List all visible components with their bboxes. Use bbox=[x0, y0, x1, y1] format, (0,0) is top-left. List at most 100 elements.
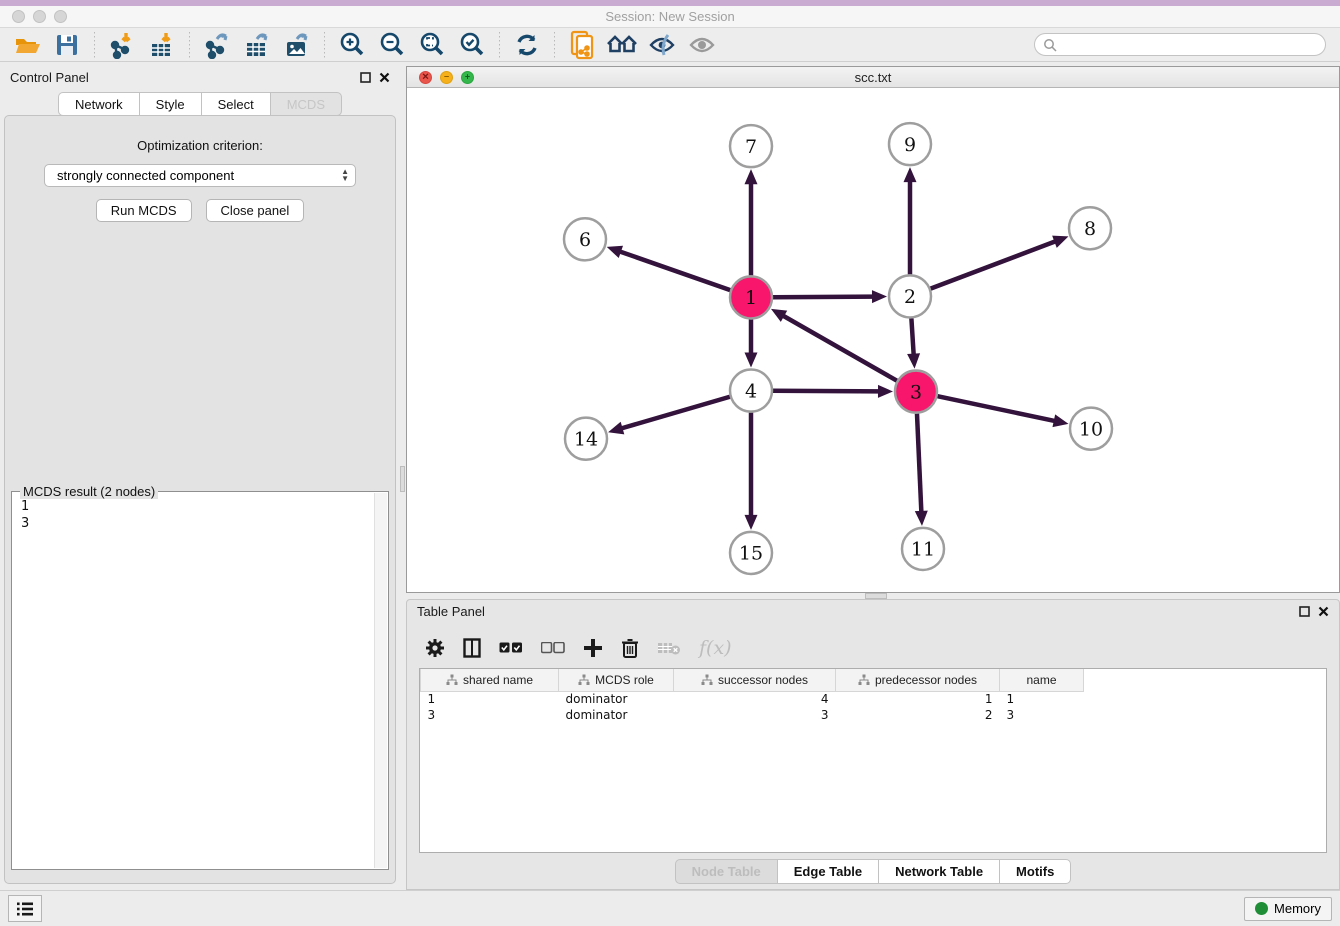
result-scrollbar[interactable] bbox=[374, 493, 387, 868]
table-row[interactable]: 1 dominator 4 1 1 bbox=[421, 691, 1084, 707]
import-table-icon bbox=[148, 31, 176, 59]
column-header-predecessor-nodes[interactable]: predecessor nodes bbox=[836, 669, 1000, 691]
column-header-mcds-role[interactable]: MCDS role bbox=[559, 669, 674, 691]
zoom-in-icon bbox=[338, 31, 366, 59]
graph-arrowhead bbox=[1052, 414, 1068, 427]
export-image-button[interactable] bbox=[280, 31, 314, 59]
column-header-name[interactable]: name bbox=[1000, 669, 1084, 691]
criterion-select[interactable]: strongly connected component ▲▼ bbox=[44, 164, 356, 187]
open-session-button[interactable] bbox=[10, 31, 44, 59]
fit-content-button[interactable] bbox=[415, 31, 449, 59]
graph-node-label: 10 bbox=[1079, 418, 1103, 440]
minimize-window-button[interactable] bbox=[33, 10, 46, 23]
toolbar-separator bbox=[189, 32, 190, 58]
export-table-button[interactable] bbox=[240, 31, 274, 59]
select-all-button[interactable] bbox=[499, 634, 523, 662]
graph-arrowhead bbox=[904, 167, 917, 182]
tab-edge-table[interactable]: Edge Table bbox=[777, 859, 878, 884]
tab-network[interactable]: Network bbox=[58, 92, 139, 116]
network-canvas[interactable]: 7968124314101511 bbox=[407, 88, 1339, 592]
deselect-all-button[interactable] bbox=[541, 634, 565, 662]
float-panel-icon[interactable] bbox=[360, 72, 371, 83]
create-column-button[interactable] bbox=[583, 634, 603, 662]
tab-style[interactable]: Style bbox=[139, 92, 201, 116]
graph-edge-3-10[interactable] bbox=[938, 396, 1056, 421]
maximize-window-button[interactable] bbox=[54, 10, 67, 23]
status-bar: Memory bbox=[0, 890, 1340, 926]
export-image-icon bbox=[283, 31, 311, 59]
column-header-successor-nodes[interactable]: successor nodes bbox=[674, 669, 836, 691]
graph-node-label: 4 bbox=[745, 380, 757, 402]
graph-node-label: 7 bbox=[745, 136, 757, 158]
close-panel-icon[interactable] bbox=[1318, 606, 1329, 617]
window-traffic-lights bbox=[12, 10, 67, 23]
first-neighbors-button[interactable] bbox=[605, 31, 639, 59]
close-window-button[interactable] bbox=[12, 10, 25, 23]
table-settings-button[interactable] bbox=[425, 634, 445, 662]
graph-edge-3-11[interactable] bbox=[917, 414, 921, 513]
save-session-button[interactable] bbox=[50, 31, 84, 59]
zoom-selected-button[interactable] bbox=[455, 31, 489, 59]
horizontal-split-divider[interactable] bbox=[405, 593, 1340, 599]
graph-edge-1-2[interactable] bbox=[773, 297, 874, 298]
table-tabs: Node Table Edge Table Network Table Moti… bbox=[407, 853, 1339, 889]
trash-icon bbox=[621, 638, 639, 659]
control-panel-title: Control Panel bbox=[10, 70, 89, 85]
export-network-button[interactable] bbox=[200, 31, 234, 59]
node-table[interactable]: shared name bbox=[419, 668, 1327, 853]
float-panel-icon[interactable] bbox=[1299, 606, 1310, 617]
import-network-icon bbox=[108, 31, 136, 59]
graph-arrowhead bbox=[607, 246, 623, 258]
window-title: Session: New Session bbox=[0, 9, 1340, 24]
import-table-button[interactable] bbox=[145, 31, 179, 59]
zoom-out-button[interactable] bbox=[375, 31, 409, 59]
zoom-out-icon bbox=[378, 31, 406, 59]
network-title: scc.txt bbox=[407, 70, 1339, 85]
zoom-in-button[interactable] bbox=[335, 31, 369, 59]
tab-network-table[interactable]: Network Table bbox=[878, 859, 999, 884]
split-grabber[interactable] bbox=[865, 593, 887, 599]
tab-node-table[interactable]: Node Table bbox=[675, 859, 777, 884]
graph-edge-1-6[interactable] bbox=[619, 251, 730, 290]
split-grabber[interactable] bbox=[400, 466, 405, 492]
search-input[interactable] bbox=[1062, 38, 1317, 52]
show-columns-button[interactable] bbox=[463, 634, 481, 662]
tab-motifs[interactable]: Motifs bbox=[999, 859, 1071, 884]
mcds-result-title: MCDS result (2 nodes) bbox=[20, 484, 158, 499]
table-header-row: shared name bbox=[421, 669, 1084, 691]
network-graph[interactable]: 7968124314101511 bbox=[407, 88, 1339, 592]
right-column: ✕ − + scc.txt 7968124314101511 Table Pan… bbox=[405, 62, 1340, 890]
graph-edge-2-3[interactable] bbox=[911, 318, 913, 355]
memory-button[interactable]: Memory bbox=[1244, 897, 1332, 921]
select-chevrons-icon: ▲▼ bbox=[341, 169, 349, 182]
graph-edge-3-1[interactable] bbox=[782, 315, 897, 380]
graph-arrowhead bbox=[872, 290, 887, 303]
graph-node-label: 9 bbox=[904, 134, 916, 156]
tab-mcds[interactable]: MCDS bbox=[270, 92, 342, 116]
mcds-result-box: MCDS result (2 nodes) 1 3 bbox=[11, 491, 389, 870]
graph-edge-2-8[interactable] bbox=[931, 241, 1057, 289]
apply-layout-button[interactable] bbox=[510, 31, 544, 59]
close-panel-button[interactable]: Close panel bbox=[206, 199, 305, 222]
graph-edge-4-3[interactable] bbox=[773, 391, 880, 392]
show-panels-button[interactable] bbox=[8, 895, 42, 922]
close-panel-icon[interactable] bbox=[379, 72, 390, 83]
table-row[interactable]: 3 dominator 3 2 3 bbox=[421, 707, 1084, 723]
import-network-button[interactable] bbox=[105, 31, 139, 59]
search-box[interactable] bbox=[1034, 33, 1326, 56]
graph-node-label: 3 bbox=[910, 381, 922, 403]
vertical-split-divider[interactable] bbox=[400, 62, 405, 890]
eye-slash-icon bbox=[648, 32, 676, 58]
open-folder-icon bbox=[14, 32, 40, 58]
graph-edge-4-14[interactable] bbox=[621, 397, 730, 429]
clone-network-button[interactable] bbox=[565, 31, 599, 59]
run-mcds-button[interactable]: Run MCDS bbox=[96, 199, 192, 222]
mcds-panel-body: Optimization criterion: strongly connect… bbox=[4, 115, 396, 884]
column-header-shared-name[interactable]: shared name bbox=[421, 669, 559, 691]
show-all-button[interactable] bbox=[685, 31, 719, 59]
delete-column-button[interactable] bbox=[621, 634, 639, 662]
gear-icon bbox=[425, 638, 445, 658]
tab-select[interactable]: Select bbox=[201, 92, 270, 116]
hide-selected-button[interactable] bbox=[645, 31, 679, 59]
network-window: ✕ − + scc.txt 7968124314101511 bbox=[406, 66, 1340, 593]
